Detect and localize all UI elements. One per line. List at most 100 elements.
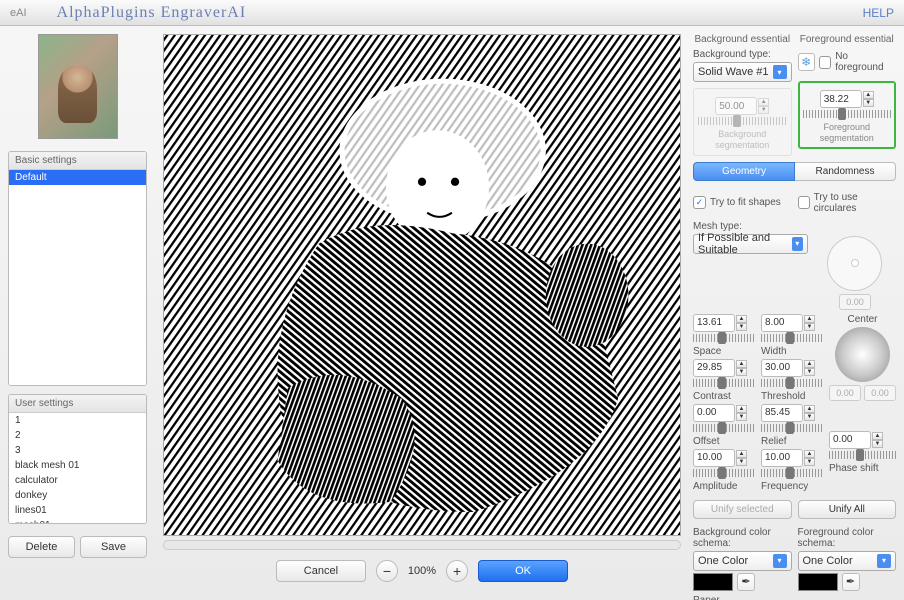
dial-value-input[interactable]	[839, 294, 871, 310]
center-y-input[interactable]	[864, 385, 896, 401]
snowflake-icon[interactable]: ❄	[798, 53, 815, 71]
delete-button[interactable]: Delete	[8, 536, 75, 558]
width-slider[interactable]	[761, 334, 823, 342]
fg-schema-label: Foreground color schema:	[798, 527, 897, 549]
center-x-input[interactable]	[829, 385, 861, 401]
fg-seg-input[interactable]	[820, 90, 862, 108]
fg-schema-value: One Color	[803, 555, 853, 567]
relief-slider[interactable]	[761, 424, 823, 432]
fit-shapes-checkbox[interactable]: ✓	[693, 196, 706, 209]
relief-label: Relief	[761, 436, 823, 447]
offset-slider[interactable]	[693, 424, 755, 432]
width-input[interactable]	[761, 314, 803, 332]
amplitude-input[interactable]	[693, 449, 735, 467]
space-input[interactable]	[693, 314, 735, 332]
offset-stepper[interactable]: ▲▼	[736, 405, 747, 421]
ok-button[interactable]: OK	[478, 560, 568, 582]
bg-seg-slider	[698, 117, 787, 125]
angle-dial[interactable]	[827, 236, 882, 291]
offset-input[interactable]	[693, 404, 735, 422]
fg-eyedropper-icon[interactable]: ✒	[842, 573, 860, 591]
bg-eyedropper-icon[interactable]: ✒	[737, 573, 755, 591]
left-sidebar: Basic settings Default User settings 123…	[0, 26, 155, 600]
user-settings-panel: User settings 123black mesh 01calculator…	[8, 394, 147, 524]
amplitude-stepper[interactable]: ▲▼	[736, 450, 747, 466]
unify-selected-button[interactable]: Unify selected	[693, 500, 792, 519]
preview-scrollbar[interactable]	[163, 540, 681, 550]
cancel-button[interactable]: Cancel	[276, 560, 366, 582]
bg-schema-select[interactable]: One Color ▾	[693, 551, 792, 571]
phase-label: Phase shift	[829, 463, 896, 474]
tab-randomness[interactable]: Randomness	[795, 162, 896, 181]
user-list-item[interactable]: black mesh 01	[9, 458, 146, 473]
space-stepper[interactable]: ▲▼	[736, 315, 747, 331]
width-label: Width	[761, 346, 823, 357]
dropdown-arrow-icon: ▾	[773, 554, 787, 568]
bg-seg-stepper: ▲▼	[758, 98, 769, 114]
center-picker[interactable]	[835, 327, 890, 382]
user-list-item[interactable]: calculator	[9, 473, 146, 488]
frequency-stepper[interactable]: ▲▼	[804, 450, 815, 466]
user-list-item[interactable]: mesh01	[9, 518, 146, 523]
space-label: Space	[693, 346, 755, 357]
fg-seg-stepper[interactable]: ▲▼	[863, 91, 874, 107]
bg-type-select[interactable]: Solid Wave #1 ▾	[693, 62, 792, 82]
user-list-item[interactable]: lines01	[9, 503, 146, 518]
app-title: AlphaPlugins EngraverAI	[57, 4, 247, 22]
width-stepper[interactable]: ▲▼	[804, 315, 815, 331]
dropdown-arrow-icon: ▾	[773, 65, 787, 79]
paper-label: Paper	[693, 595, 896, 600]
dropdown-arrow-icon: ▾	[792, 237, 803, 251]
frequency-input[interactable]	[761, 449, 803, 467]
space-slider[interactable]	[693, 334, 755, 342]
fg-essential-header: Foreground essential	[798, 34, 897, 45]
zoom-out-button[interactable]: −	[376, 560, 398, 582]
bg-color-swatch[interactable]	[693, 573, 733, 591]
threshold-stepper[interactable]: ▲▼	[804, 360, 815, 376]
mesh-type-label: Mesh type:	[693, 221, 896, 232]
user-list-item[interactable]: 2	[9, 428, 146, 443]
bg-schema-value: One Color	[698, 555, 748, 567]
bg-segmentation-box: ▲▼ Background segmentation	[693, 88, 792, 156]
help-link[interactable]: HELP	[863, 6, 894, 20]
basic-settings-list[interactable]: Default	[9, 170, 146, 385]
relief-input[interactable]	[761, 404, 803, 422]
use-circulares-label: Try to use circulares	[814, 192, 896, 214]
bg-seg-caption: Background segmentation	[698, 129, 787, 151]
center-label: Center	[829, 314, 896, 325]
amplitude-slider[interactable]	[693, 469, 755, 477]
fg-color-swatch[interactable]	[798, 573, 838, 591]
phase-stepper[interactable]: ▲▼	[872, 432, 883, 448]
fg-schema-select[interactable]: One Color ▾	[798, 551, 897, 571]
zoom-in-button[interactable]: +	[446, 560, 468, 582]
fg-segmentation-box[interactable]: ▲▼ Foreground segmentation	[798, 81, 897, 149]
threshold-label: Threshold	[761, 391, 823, 402]
threshold-input[interactable]	[761, 359, 803, 377]
mesh-type-select[interactable]: If Possible and Suitable ▾	[693, 234, 808, 254]
phase-slider[interactable]	[829, 451, 896, 459]
frequency-label: Frequency	[761, 481, 823, 492]
relief-stepper[interactable]: ▲▼	[804, 405, 815, 421]
contrast-label: Contrast	[693, 391, 755, 402]
threshold-slider[interactable]	[761, 379, 823, 387]
user-list-item[interactable]: 3	[9, 443, 146, 458]
user-settings-list[interactable]: 123black mesh 01calculatordonkeylines01m…	[9, 413, 146, 523]
use-circulares-checkbox[interactable]	[798, 196, 810, 209]
source-thumbnail[interactable]	[38, 34, 118, 139]
user-list-item[interactable]: 1	[9, 413, 146, 428]
no-foreground-checkbox[interactable]	[819, 56, 831, 69]
right-panel: Background essential Background type: So…	[689, 26, 904, 600]
fg-seg-slider[interactable]	[803, 110, 892, 118]
contrast-input[interactable]	[693, 359, 735, 377]
unify-all-button[interactable]: Unify All	[798, 500, 897, 519]
phase-input[interactable]	[829, 431, 871, 449]
contrast-stepper[interactable]: ▲▼	[736, 360, 747, 376]
basic-list-item[interactable]: Default	[9, 170, 146, 185]
user-list-item[interactable]: donkey	[9, 488, 146, 503]
frequency-slider[interactable]	[761, 469, 823, 477]
tab-geometry[interactable]: Geometry	[693, 162, 795, 181]
contrast-slider[interactable]	[693, 379, 755, 387]
save-button[interactable]: Save	[80, 536, 147, 558]
preview-canvas[interactable]	[163, 34, 681, 536]
amplitude-label: Amplitude	[693, 481, 755, 492]
